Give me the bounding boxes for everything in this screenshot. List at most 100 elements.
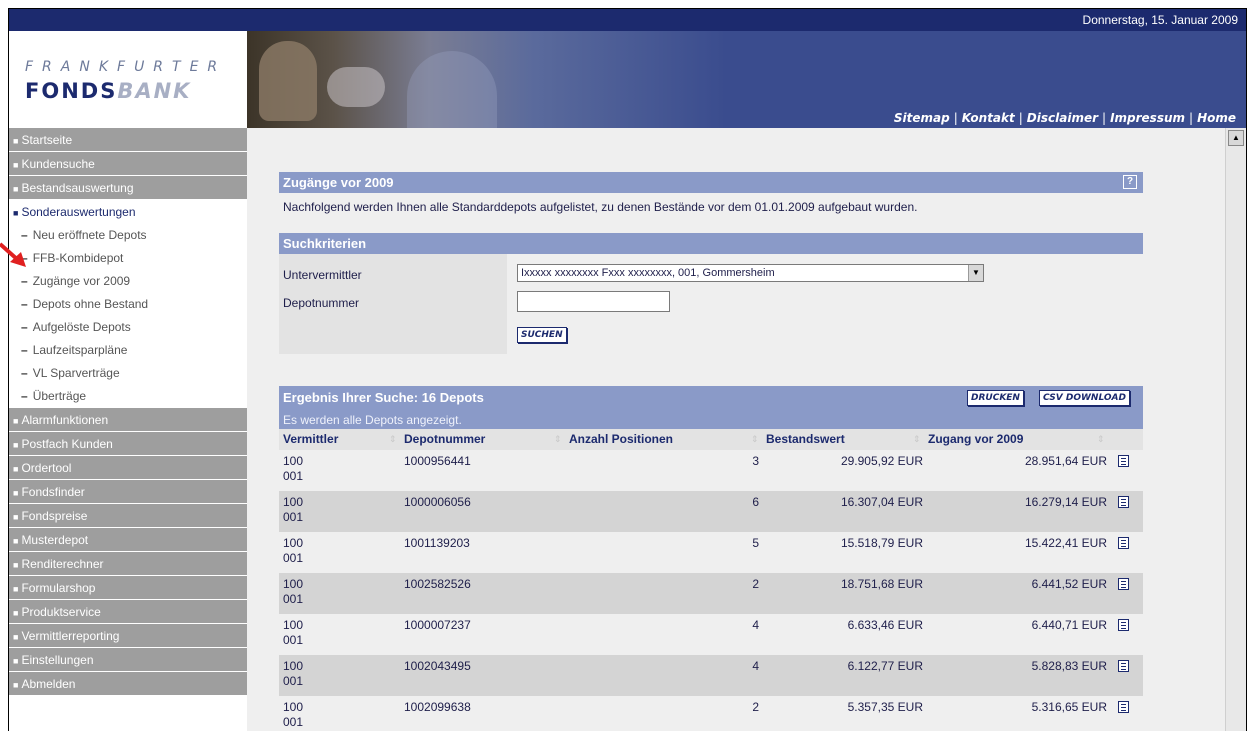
sidebar-subitem-neu-eroeffnete-depots[interactable]: – Neu eröffnete Depots bbox=[9, 224, 247, 247]
sidebar-item-alarmfunktionen[interactable]: ■ Alarmfunktionen bbox=[9, 408, 247, 432]
sort-icon[interactable]: ⇕ bbox=[1097, 434, 1105, 445]
dash-icon: – bbox=[21, 343, 28, 357]
sidebar-item-renditerechner[interactable]: ■ Renditerechner bbox=[9, 552, 247, 576]
sidebar-item-label: Zugänge vor 2009 bbox=[32, 274, 131, 288]
column-header-anzahl-positionen[interactable]: Anzahl Positionen bbox=[565, 429, 673, 450]
sidebar-item-label: Einstellungen bbox=[21, 653, 94, 667]
depotnummer-cell: 1001139203 bbox=[404, 536, 470, 550]
column-header-vermittler[interactable]: Vermittler bbox=[279, 429, 338, 450]
column-header-depotnummer[interactable]: Depotnummer bbox=[400, 429, 485, 450]
sort-icon[interactable]: ⇕ bbox=[751, 434, 759, 445]
sort-icon[interactable]: ⇕ bbox=[389, 434, 397, 445]
search-criteria-form: Untervermittler Depotnummer Ixxxxx xxxxx… bbox=[279, 254, 1143, 354]
sidebar-item-musterdepot[interactable]: ■ Musterdepot bbox=[9, 528, 247, 552]
document-icon[interactable] bbox=[1118, 496, 1129, 508]
untervermittler-select[interactable]: Ixxxxx xxxxxxxx Fxxx xxxxxxxx, 001, Gomm… bbox=[517, 264, 984, 282]
sidebar-item-produktservice[interactable]: ■ Produktservice bbox=[9, 600, 247, 624]
chevron-down-icon[interactable]: ▼ bbox=[968, 265, 983, 281]
sidebar-item-label: Postfach Kunden bbox=[21, 437, 113, 451]
depotnummer-cell: 1002582526 bbox=[404, 577, 471, 591]
depotnummer-cell: 1002099638 bbox=[404, 700, 471, 714]
sidebar-item-label: Depots ohne Bestand bbox=[32, 297, 149, 311]
sidebar-subitem-depots-ohne-bestand[interactable]: – Depots ohne Bestand bbox=[9, 293, 247, 316]
sidebar-item-label: Überträge bbox=[32, 389, 87, 403]
document-icon[interactable] bbox=[1118, 660, 1129, 672]
document-icon[interactable] bbox=[1118, 578, 1129, 590]
bestandswert-cell: 29.905,92 EUR bbox=[840, 454, 923, 468]
top-bar: Donnerstag, 15. Januar 2009 bbox=[9, 9, 1246, 31]
document-icon[interactable] bbox=[1118, 619, 1129, 631]
sidebar-item-fondsfinder[interactable]: ■ Fondsfinder bbox=[9, 480, 247, 504]
sidebar-item-sonderauswertungen[interactable]: ■ Sonderauswertungen bbox=[9, 200, 247, 224]
sidebar-item-startseite[interactable]: ■ Startseite bbox=[9, 128, 247, 152]
bullet-icon: ■ bbox=[13, 184, 19, 194]
search-button[interactable]: SUCHEN bbox=[517, 327, 567, 343]
print-button[interactable]: DRUCKEN bbox=[967, 390, 1024, 406]
browser-frame: Donnerstag, 15. Januar 2009 FRANKFURTER … bbox=[8, 8, 1247, 731]
bestandswert-cell: 18.751,68 EUR bbox=[840, 577, 923, 591]
column-header-bestandswert[interactable]: Bestandswert bbox=[762, 429, 845, 450]
logo[interactable]: FRANKFURTER FONDSBANK bbox=[9, 31, 247, 128]
sidebar-subitem-zugaenge-vor-2009[interactable]: – Zugänge vor 2009 bbox=[9, 270, 247, 293]
nav-link-home[interactable]: Home bbox=[1197, 111, 1236, 125]
bullet-icon: ■ bbox=[13, 440, 19, 450]
document-icon[interactable] bbox=[1118, 701, 1129, 713]
bullet-icon: ■ bbox=[13, 136, 19, 146]
sidebar-item-ordertool[interactable]: ■ Ordertool bbox=[9, 456, 247, 480]
sidebar-subitem-aufgeloeste-depots[interactable]: – Aufgelöste Depots bbox=[9, 316, 247, 339]
sort-icon[interactable]: ⇕ bbox=[554, 434, 562, 445]
nav-link-disclaimer[interactable]: Disclaimer bbox=[1027, 111, 1098, 125]
sidebar-item-bestandsauswertung[interactable]: ■ Bestandsauswertung bbox=[9, 176, 247, 200]
sidebar-subitem-laufzeitsparplaene[interactable]: – Laufzeitsparpläne bbox=[9, 339, 247, 362]
table-row: 100 001 1000956441 3 29.905,92 EUR 28.951… bbox=[279, 450, 1143, 491]
depotnummer-input[interactable] bbox=[517, 291, 670, 312]
vermittler-value: 001 bbox=[283, 674, 304, 688]
vermittler-value: 100 bbox=[283, 659, 304, 673]
vermittler-value: 100 bbox=[283, 700, 304, 714]
sidebar-item-abmelden[interactable]: ■ Abmelden bbox=[9, 672, 247, 696]
sidebar-item-formularshop[interactable]: ■ Formularshop bbox=[9, 576, 247, 600]
page-title: Zugänge vor 2009 bbox=[283, 175, 394, 190]
sidebar-item-label: Formularshop bbox=[21, 581, 96, 595]
bullet-icon: ■ bbox=[13, 512, 19, 522]
nav-link-sitemap[interactable]: Sitemap bbox=[894, 111, 950, 125]
vermittler-value: 100 bbox=[283, 495, 304, 509]
sidebar-item-label: Laufzeitsparpläne bbox=[32, 343, 128, 357]
sidebar-subitem-ffb-kombidepot[interactable]: – FFB-Kombidepot bbox=[9, 247, 247, 270]
help-icon[interactable]: ? bbox=[1123, 175, 1137, 189]
vermittler-value: 100 bbox=[283, 577, 304, 591]
sidebar-item-postfach-kunden[interactable]: ■ Postfach Kunden bbox=[9, 432, 247, 456]
positionen-cell: 2 bbox=[752, 700, 759, 714]
vermittler-cell: 100 001 bbox=[283, 495, 303, 525]
document-icon[interactable] bbox=[1118, 455, 1129, 467]
sidebar-item-kundensuche[interactable]: ■ Kundensuche bbox=[9, 152, 247, 176]
sidebar-item-einstellungen[interactable]: ■ Einstellungen bbox=[9, 648, 247, 672]
sidebar-item-label: Alarmfunktionen bbox=[21, 413, 109, 427]
date-display: Donnerstag, 15. Januar 2009 bbox=[1082, 13, 1238, 27]
vermittler-cell: 100 001 bbox=[283, 659, 303, 689]
document-icon[interactable] bbox=[1118, 537, 1129, 549]
nav-separator: | bbox=[953, 111, 958, 125]
positionen-cell: 4 bbox=[752, 659, 759, 673]
vermittler-value: 100 bbox=[283, 454, 304, 468]
nav-link-impressum[interactable]: Impressum bbox=[1110, 111, 1185, 125]
sidebar-item-fondspreise[interactable]: ■ Fondspreise bbox=[9, 504, 247, 528]
vertical-scrollbar[interactable]: ▲ bbox=[1225, 128, 1246, 731]
criteria-fields: Ixxxxx xxxxxxxx Fxxx xxxxxxxx, 001, Gomm… bbox=[507, 254, 1143, 354]
nav-link-kontakt[interactable]: Kontakt bbox=[962, 111, 1015, 125]
csv-download-button[interactable]: CSV DOWNLOAD bbox=[1039, 390, 1130, 406]
sort-icon[interactable]: ⇕ bbox=[913, 434, 921, 445]
scroll-up-icon[interactable]: ▲ bbox=[1228, 130, 1244, 146]
sidebar-item-vermittlerreporting[interactable]: ■ Vermittlerreporting bbox=[9, 624, 247, 648]
nav-separator: | bbox=[1018, 111, 1023, 125]
sidebar-item-label: Produktservice bbox=[21, 605, 101, 619]
column-header-zugang-vor-2009[interactable]: Zugang vor 2009 bbox=[924, 429, 1023, 450]
sidebar-subitem-uebertraege[interactable]: – Überträge bbox=[9, 385, 247, 408]
top-navigation: Sitemap | Kontakt | Disclaimer | Impressum | Hom… bbox=[894, 111, 1236, 125]
vermittler-cell: 100 001 bbox=[283, 536, 303, 566]
sidebar-subitem-vl-sparvertraege[interactable]: – VL Sparverträge bbox=[9, 362, 247, 385]
bullet-icon: ■ bbox=[13, 160, 19, 170]
main-content: Zugänge vor 2009 ? Nachfolgend werden Ih… bbox=[247, 128, 1225, 731]
sidebar-item-label: Fondsfinder bbox=[21, 485, 85, 499]
sidebar-item-label: Vermittlerreporting bbox=[21, 629, 120, 643]
